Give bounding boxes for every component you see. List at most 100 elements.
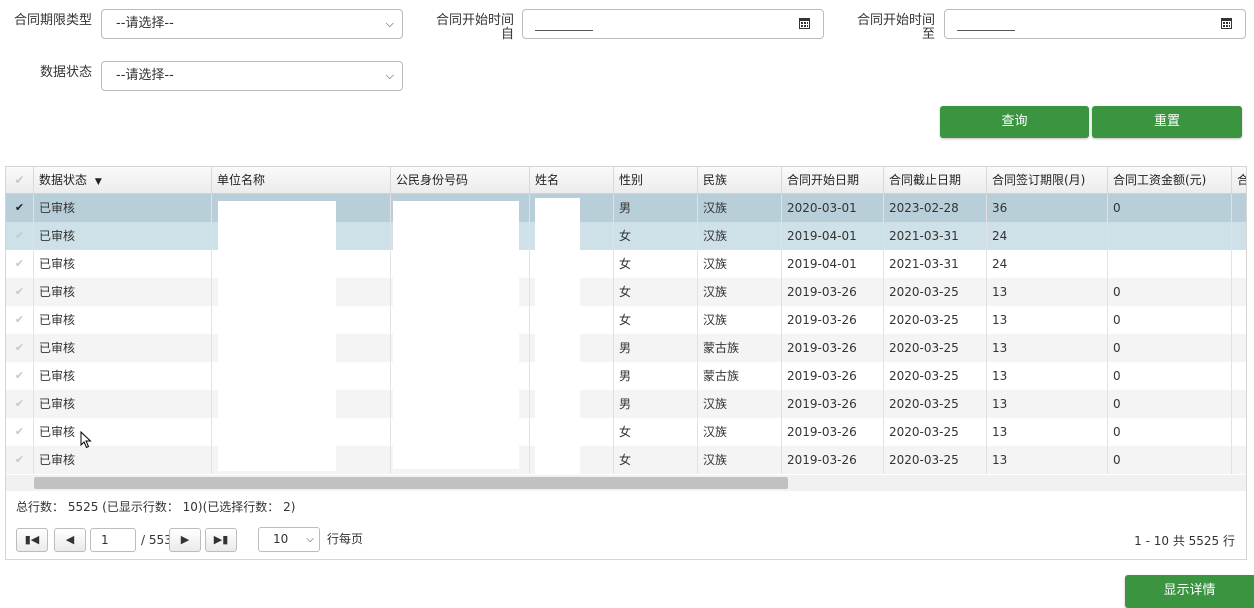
last-page-button[interactable]: ▶▮ xyxy=(205,528,237,552)
sort-desc-icon: ▼ xyxy=(94,177,102,187)
cell-more xyxy=(1232,250,1246,278)
cell-months: 24 xyxy=(987,222,1108,250)
page-size-label: 行每页 xyxy=(327,532,364,546)
cell-end-date: 2020-03-25 xyxy=(884,418,987,446)
cell-more xyxy=(1232,390,1246,418)
table-row[interactable]: ✔ 已审核 女汉族 2019-03-26 2020-03-25 13 0 xyxy=(6,446,1246,474)
cell-salary xyxy=(1108,222,1232,250)
data-status-select[interactable]: --请选择-- ⌵ xyxy=(101,61,403,91)
cell-status: 已审核 xyxy=(34,194,212,222)
start-from-date-input[interactable] xyxy=(522,9,787,39)
cell-start-date: 2019-03-26 xyxy=(782,446,884,474)
row-checkbox[interactable]: ✔ xyxy=(6,250,34,278)
table-row[interactable]: ✔ 已审核 女汉族 2019-04-01 2021-03-31 24 xyxy=(6,250,1246,278)
chevron-down-icon: ⌵ xyxy=(306,534,314,545)
row-checkbox[interactable]: ✔ xyxy=(6,278,34,306)
cell-months: 13 xyxy=(987,446,1108,474)
cell-start-date: 2019-04-01 xyxy=(782,250,884,278)
horizontal-scrollbar[interactable] xyxy=(6,475,1246,491)
col-header-name[interactable]: 姓名 xyxy=(530,167,614,193)
cell-months: 13 xyxy=(987,334,1108,362)
row-checkbox[interactable]: ✔ xyxy=(6,390,34,418)
cell-salary xyxy=(1108,250,1232,278)
reset-button[interactable]: 重置 xyxy=(1092,106,1242,138)
cell-ethnic: 汉族 xyxy=(698,278,782,306)
page-number-input[interactable]: 1 xyxy=(90,528,136,552)
cell-ethnic: 汉族 xyxy=(698,250,782,278)
table-row[interactable]: ✔ 已审核 男蒙古族 2019-03-26 2020-03-25 13 0 xyxy=(6,334,1246,362)
first-page-button[interactable]: ▮◀ xyxy=(16,528,48,552)
cell-months: 13 xyxy=(987,362,1108,390)
row-summary: 总行数： 5525 (已显示行数： 10)(已选择行数： 2) xyxy=(16,500,296,514)
cell-more xyxy=(1232,222,1246,250)
start-to-date-input[interactable] xyxy=(944,9,1209,39)
cell-end-date: 2020-03-25 xyxy=(884,306,987,334)
period-type-select[interactable]: --请选择-- ⌵ xyxy=(101,9,403,39)
table-row[interactable]: ✔ 已审核 女汉族 2019-03-26 2020-03-25 13 0 xyxy=(6,306,1246,334)
cell-gender: 女 xyxy=(614,250,698,278)
cell-salary: 0 xyxy=(1108,418,1232,446)
cell-ethnic: 汉族 xyxy=(698,446,782,474)
page-total: / 553 xyxy=(141,533,172,547)
row-checkbox[interactable]: ✔ xyxy=(6,194,34,222)
scrollbar-thumb[interactable] xyxy=(34,477,788,489)
cell-more xyxy=(1232,334,1246,362)
row-checkbox[interactable]: ✔ xyxy=(6,446,34,474)
table-row[interactable]: ✔ 已审核 男汉族 2019-03-26 2020-03-25 13 0 xyxy=(6,390,1246,418)
row-checkbox[interactable]: ✔ xyxy=(6,334,34,362)
cell-ethnic: 蒙古族 xyxy=(698,334,782,362)
col-header-gender[interactable]: 性别 xyxy=(614,167,698,193)
cell-salary: 0 xyxy=(1108,362,1232,390)
start-to-label: 合同开始时间 至 xyxy=(841,14,935,42)
cell-salary: 0 xyxy=(1108,194,1232,222)
cell-gender: 女 xyxy=(614,306,698,334)
chevron-down-icon: ⌵ xyxy=(385,69,394,82)
cell-ethnic: 汉族 xyxy=(698,306,782,334)
cell-more xyxy=(1232,194,1246,222)
table-row[interactable]: ✔ 已审核 女汉族 2019-03-26 2020-03-25 13 0 xyxy=(6,278,1246,306)
col-header-ethnic[interactable]: 民族 xyxy=(698,167,782,193)
period-type-value: --请选择-- xyxy=(116,16,174,31)
start-to-calendar-button[interactable] xyxy=(1208,9,1246,39)
start-from-calendar-button[interactable] xyxy=(786,9,824,39)
col-header-salary[interactable]: 合同工资金额(元) xyxy=(1108,167,1232,193)
cell-gender: 女 xyxy=(614,222,698,250)
col-header-end-date[interactable]: 合同截止日期 xyxy=(884,167,987,193)
data-status-label: 数据状态 xyxy=(39,65,92,80)
data-grid: ✔ 数据状态 ▼ 单位名称 公民身份号码 姓名 性别 民族 合同开始日期 合同截… xyxy=(5,166,1247,560)
col-header-status-label: 数据状态 xyxy=(39,173,88,187)
cell-end-date: 2020-03-25 xyxy=(884,446,987,474)
table-row[interactable]: ✔ 已审核 女汉族 2019-03-26 2020-03-25 13 0 xyxy=(6,418,1246,446)
table-row[interactable]: ✔ 已审核 男汉族 2020-03-01 2023-02-28 36 0 xyxy=(6,194,1246,222)
cell-end-date: 2020-03-25 xyxy=(884,390,987,418)
query-button[interactable]: 查询 xyxy=(940,106,1089,138)
show-details-button[interactable]: 显示详情 xyxy=(1125,575,1254,608)
start-from-label: 合同开始时间 自 xyxy=(420,14,514,42)
col-header-company[interactable]: 单位名称 xyxy=(212,167,391,193)
table-row[interactable]: ✔ 已审核 女汉族 2019-04-01 2021-03-31 24 xyxy=(6,222,1246,250)
next-page-icon: ▶ xyxy=(180,533,190,546)
cell-gender: 男 xyxy=(614,362,698,390)
cell-start-date: 2019-03-26 xyxy=(782,334,884,362)
prev-page-button[interactable]: ◀ xyxy=(54,528,86,552)
page-size-select[interactable]: 10 ⌵ xyxy=(258,527,320,552)
cell-ethnic: 汉族 xyxy=(698,418,782,446)
row-checkbox[interactable]: ✔ xyxy=(6,306,34,334)
cell-more xyxy=(1232,362,1246,390)
row-checkbox[interactable]: ✔ xyxy=(6,222,34,250)
cell-salary: 0 xyxy=(1108,390,1232,418)
col-header-months[interactable]: 合同签订期限(月) xyxy=(987,167,1108,193)
col-header-more[interactable]: 合 xyxy=(1232,167,1246,193)
cell-start-date: 2019-03-26 xyxy=(782,418,884,446)
table-row[interactable]: ✔ 已审核 男蒙古族 2019-03-26 2020-03-25 13 0 xyxy=(6,362,1246,390)
cell-ethnic: 汉族 xyxy=(698,194,782,222)
row-checkbox[interactable]: ✔ xyxy=(6,418,34,446)
start-from-label-line2: 自 xyxy=(500,27,514,42)
select-all-checkbox[interactable]: ✔ xyxy=(6,167,34,193)
mouse-cursor-icon xyxy=(80,431,92,449)
col-header-start-date[interactable]: 合同开始日期 xyxy=(782,167,884,193)
col-header-status[interactable]: 数据状态 ▼ xyxy=(34,167,212,193)
row-checkbox[interactable]: ✔ xyxy=(6,362,34,390)
next-page-button[interactable]: ▶ xyxy=(169,528,201,552)
col-header-id-number[interactable]: 公民身份号码 xyxy=(391,167,530,193)
